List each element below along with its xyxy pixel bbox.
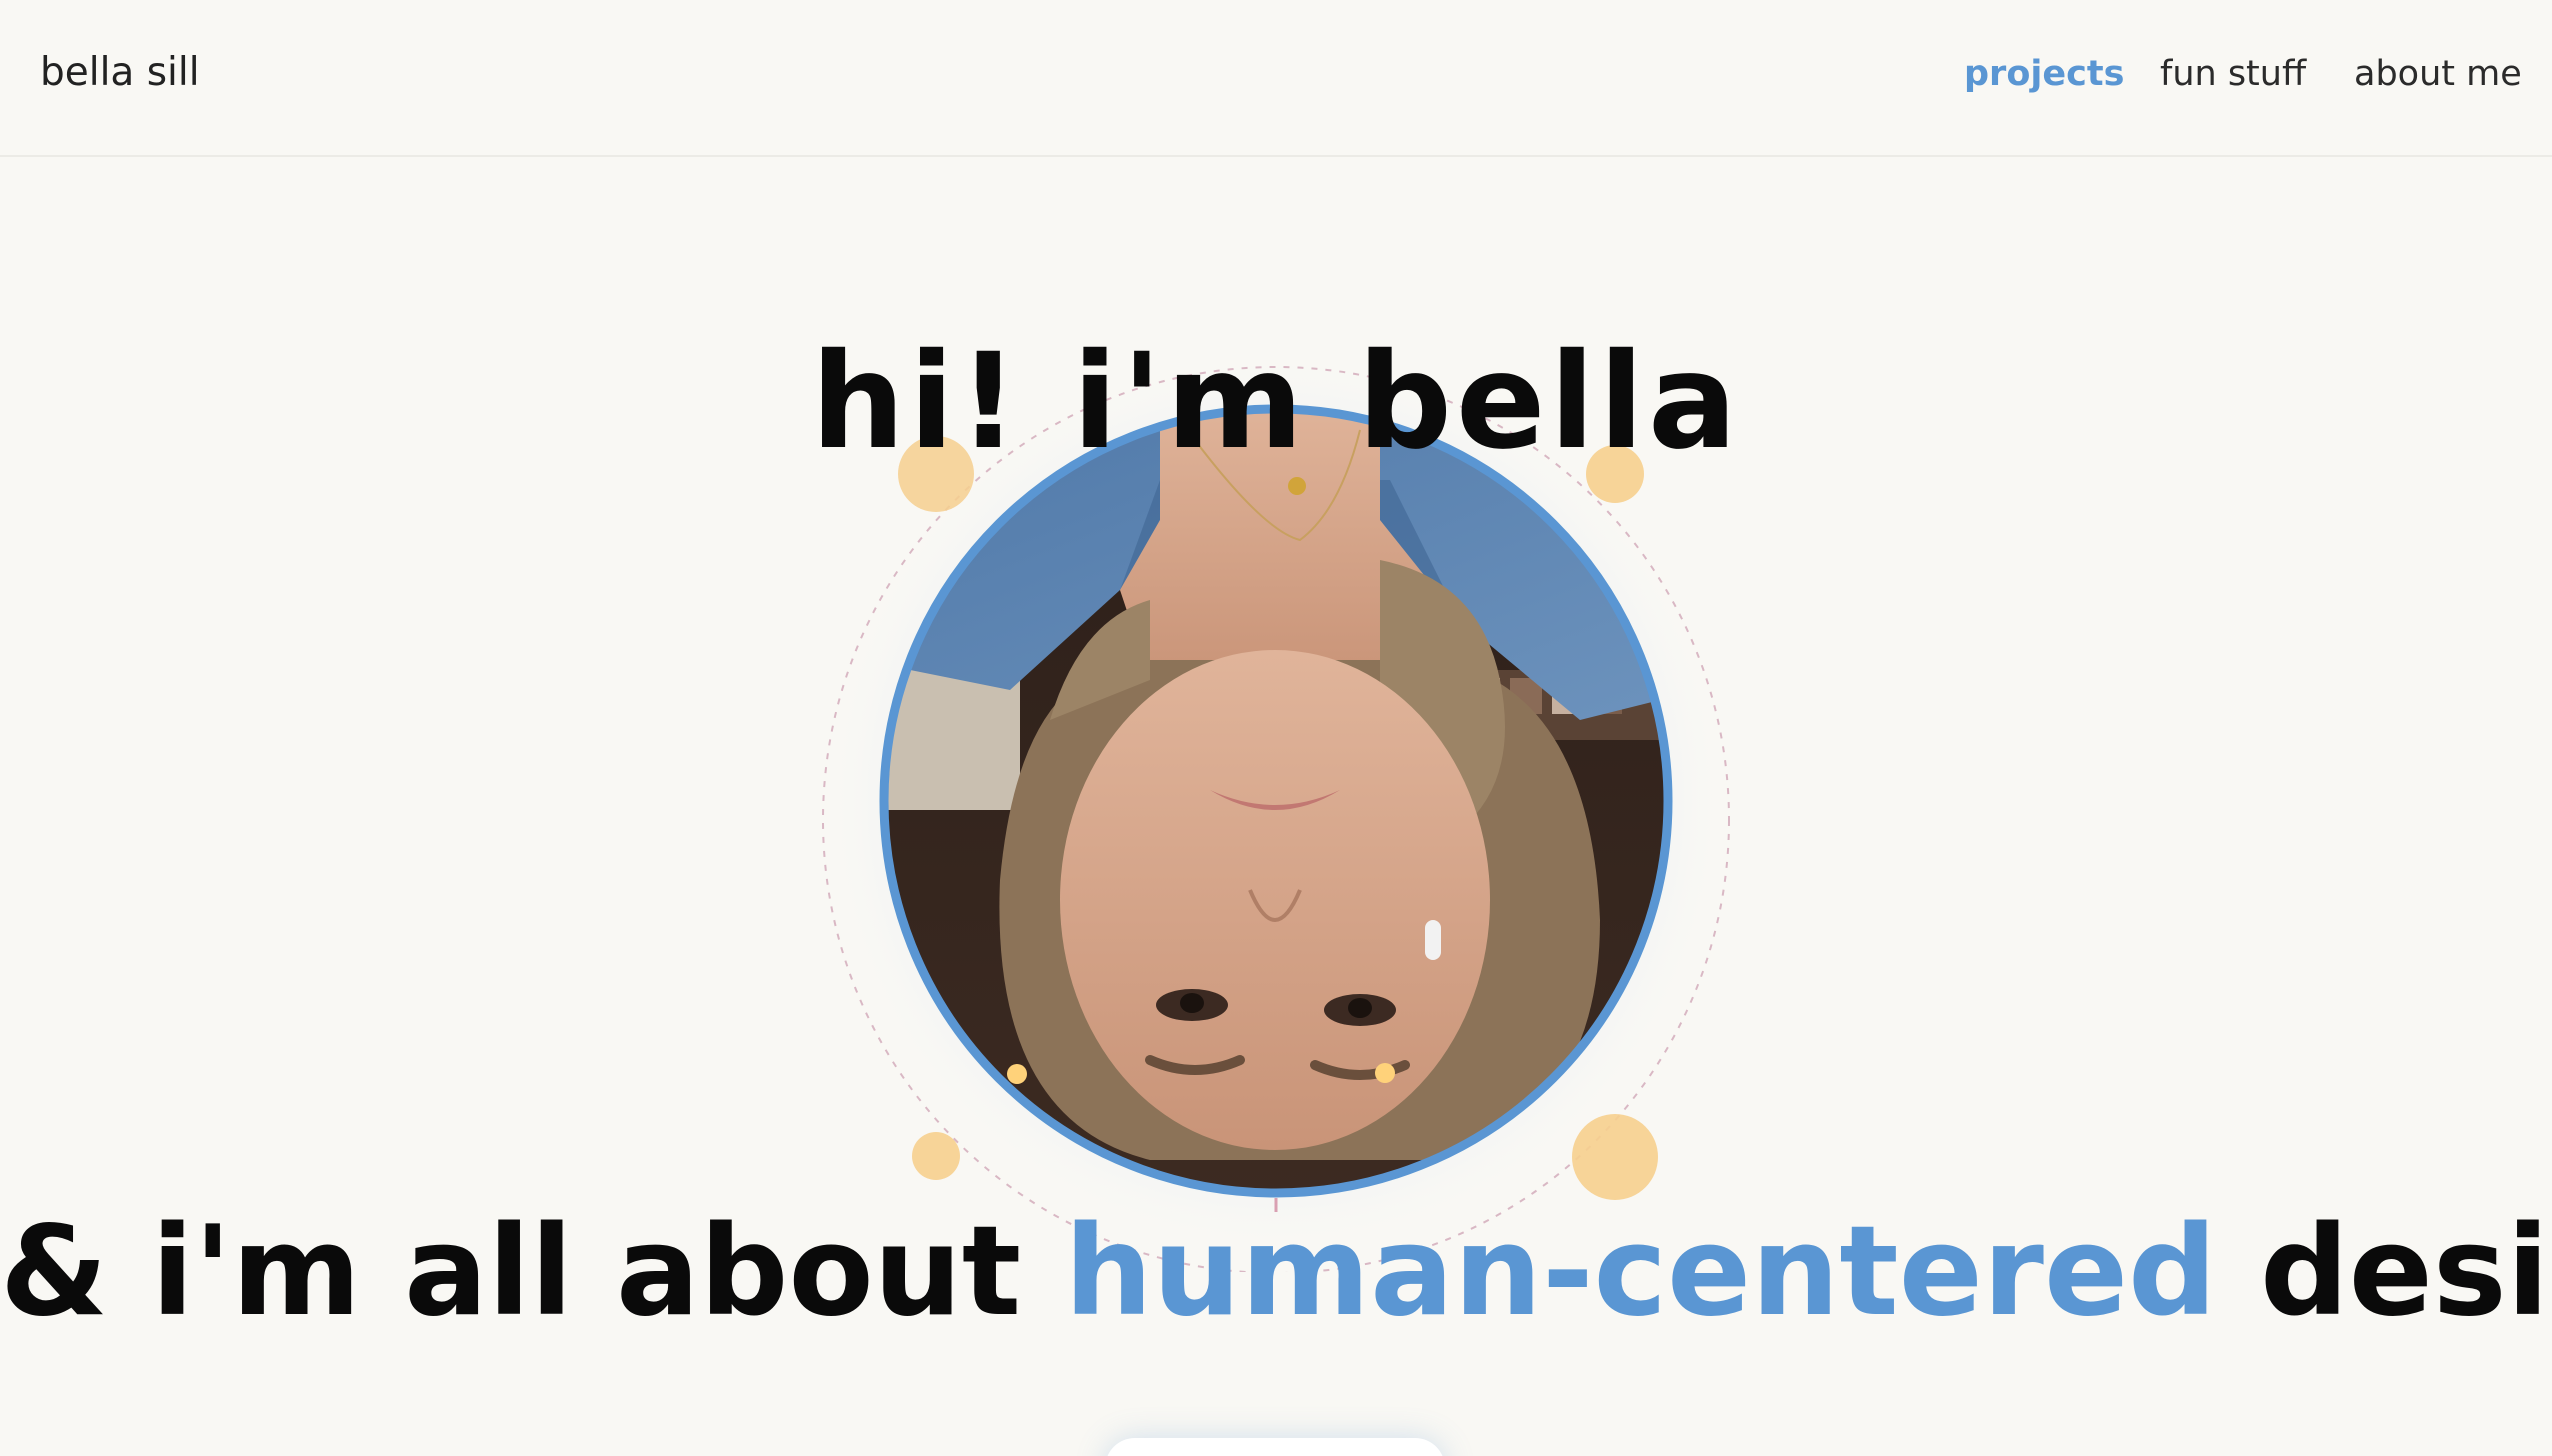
tagline-prefix: & i'm all about (0, 1200, 1065, 1344)
top-navbar: bella sill projects fun stuff about me (0, 0, 2552, 157)
decor-dot (1572, 1114, 1658, 1200)
portrait-area (820, 360, 1732, 1272)
hero-title: hi! i'm bella (810, 325, 1742, 480)
tagline-accent: human-centered (1064, 1200, 2217, 1344)
portrait-illustration (822, 360, 1730, 1272)
nav-link-fun-stuff[interactable]: fun stuff (2160, 54, 2306, 94)
decor-dot (912, 1132, 960, 1180)
brand-logo-link[interactable]: bella sill (40, 50, 200, 95)
nav-link-about-me[interactable]: about me (2354, 54, 2522, 94)
hero-tagline: & i'm all about human-centered design (0, 1210, 2552, 1334)
scroll-cta-button[interactable] (1105, 1438, 1445, 1456)
portfolio-home: bella sill projects fun stuff about me h… (0, 0, 2552, 1456)
nav-link-projects[interactable]: projects (1964, 54, 2124, 94)
tagline-suffix: design (2259, 1200, 2552, 1344)
